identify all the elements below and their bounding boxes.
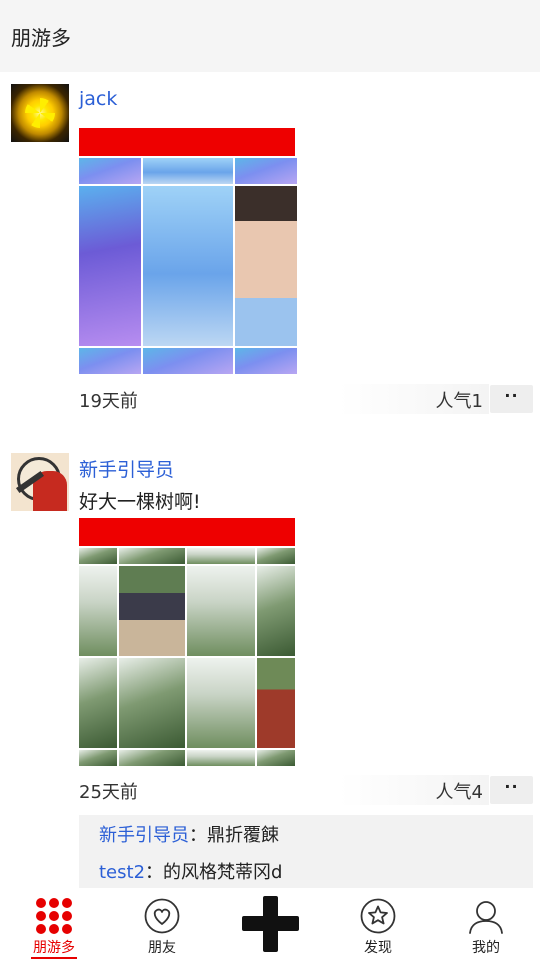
user-icon	[469, 901, 503, 934]
photo-thumb[interactable]	[257, 548, 295, 564]
photo-grid[interactable]	[79, 548, 295, 766]
photo-thumb[interactable]	[119, 658, 185, 748]
photo-thumb[interactable]	[79, 186, 141, 346]
photo-thumb[interactable]	[143, 158, 233, 184]
photo-thumb[interactable]	[79, 348, 141, 374]
more-button[interactable]: ··	[490, 385, 533, 413]
post-card: jack 19天前 人气1 ··	[0, 72, 540, 432]
red-banner	[79, 128, 295, 156]
photo-thumb[interactable]	[235, 348, 297, 374]
comment-author[interactable]: 新手引导员	[99, 825, 189, 846]
grid-dots-icon	[36, 898, 72, 934]
photo-thumb[interactable]	[79, 566, 117, 656]
photo-thumb[interactable]	[187, 750, 255, 766]
post-meta: 19天前 人气1 ··	[79, 384, 533, 414]
comment-item[interactable]: test2：的风格梵蒂冈d	[99, 858, 282, 884]
photo-thumb[interactable]	[119, 548, 185, 564]
post-meta: 25天前 人气4 ··	[79, 775, 533, 805]
tab-label: 发现	[364, 940, 392, 956]
post-username[interactable]: jack	[79, 88, 117, 110]
top-bar: 朋游多	[0, 0, 540, 72]
post-card: 新手引导员 好大一棵树啊! 25天前 人气4 ·· 新手引导员：鼎折覆餗 tes…	[0, 440, 540, 888]
photo-thumb[interactable]	[143, 186, 233, 346]
photo-thumb[interactable]	[119, 750, 185, 766]
tab-label: 朋游多	[33, 940, 75, 956]
photo-thumb[interactable]	[143, 348, 233, 374]
avatar[interactable]	[11, 84, 69, 142]
photo-thumb[interactable]	[187, 566, 255, 656]
comment-separator: ：	[189, 825, 207, 846]
photo-thumb[interactable]	[235, 158, 297, 184]
tab-label: 我的	[472, 940, 500, 956]
more-button[interactable]: ··	[490, 776, 533, 804]
tab-friends[interactable]: 朋友	[108, 888, 216, 960]
photo-thumb[interactable]	[79, 658, 117, 748]
photo-thumb[interactable]	[187, 658, 255, 748]
avatar[interactable]	[11, 453, 69, 511]
active-tab-indicator	[31, 957, 77, 959]
photo-thumb[interactable]	[187, 548, 255, 564]
photo-thumb[interactable]	[257, 658, 295, 748]
tab-mine[interactable]: 我的	[432, 888, 540, 960]
comment-text: 鼎折覆餗	[207, 825, 279, 846]
post-username[interactable]: 新手引导员	[79, 455, 174, 482]
plus-icon[interactable]	[242, 916, 299, 931]
comment-item[interactable]: 新手引导员：鼎折覆餗	[99, 821, 279, 847]
post-time: 19天前	[79, 391, 138, 412]
comment-separator: ：	[145, 862, 164, 883]
tab-label: 朋友	[148, 940, 176, 956]
heart-circle-icon	[144, 898, 180, 934]
photo-thumb[interactable]	[119, 566, 185, 656]
red-banner	[79, 518, 295, 546]
photo-thumb[interactable]	[79, 158, 141, 184]
popularity-count: 人气4	[435, 782, 483, 803]
star-circle-icon	[360, 898, 396, 934]
photo-thumb[interactable]	[79, 750, 117, 766]
photo-thumb[interactable]	[235, 186, 297, 346]
photo-thumb[interactable]	[79, 548, 117, 564]
popularity-count: 人气1	[435, 391, 483, 412]
tab-discover[interactable]: 发现	[324, 888, 432, 960]
photo-grid[interactable]	[79, 158, 297, 374]
photo-thumb[interactable]	[257, 750, 295, 766]
comment-list: 新手引导员：鼎折覆餗 test2：的风格梵蒂冈d	[79, 815, 533, 888]
page-title: 朋游多	[11, 26, 71, 50]
photo-thumb[interactable]	[257, 566, 295, 656]
comment-author[interactable]: test2	[99, 862, 145, 883]
post-caption: 好大一棵树啊!	[79, 491, 201, 513]
post-time: 25天前	[79, 782, 138, 803]
comment-text: 的风格梵蒂冈d	[163, 862, 283, 883]
tab-home[interactable]: 朋游多	[0, 888, 108, 960]
